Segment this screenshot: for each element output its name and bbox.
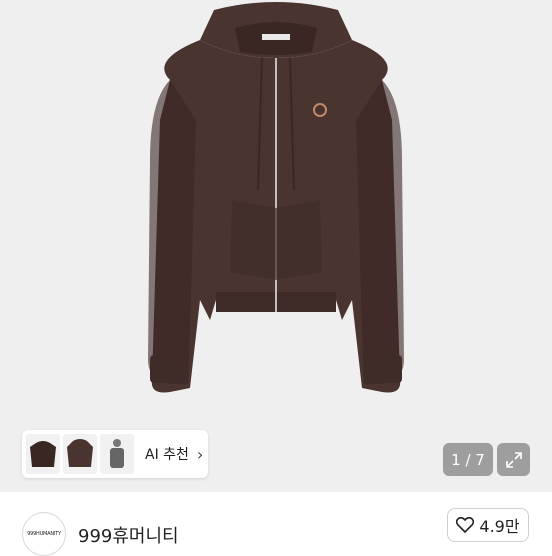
seller-bar: 999HUMANITY 999휴머니티 4.9만: [0, 492, 552, 556]
expand-icon: [505, 451, 522, 468]
image-counter: 1 / 7: [443, 443, 493, 476]
ai-recommend-button[interactable]: AI 추천 ›: [145, 444, 203, 464]
thumbnail-model[interactable]: [100, 434, 134, 474]
shop-name[interactable]: 999휴머니티: [78, 522, 179, 548]
product-image: [148, 2, 404, 393]
ai-recommend-label: AI 추천: [145, 447, 189, 463]
like-count: 4.9만: [479, 517, 520, 536]
heart-icon: [456, 517, 475, 533]
thumbnail-hoodie-back[interactable]: [63, 434, 97, 474]
ai-recommend-strip[interactable]: AI 추천 ›: [22, 430, 208, 478]
seller-avatar[interactable]: 999HUMANITY: [22, 512, 66, 556]
like-button[interactable]: 4.9만: [447, 508, 529, 542]
fullscreen-button[interactable]: [497, 443, 530, 476]
seller-avatar-text: 999HUMANITY: [27, 531, 61, 537]
product-image-gallery[interactable]: AI 추천 › 1 / 7: [0, 0, 552, 492]
chevron-right-icon: ›: [196, 444, 204, 464]
thumbnail-hoodie-front[interactable]: [26, 434, 60, 474]
